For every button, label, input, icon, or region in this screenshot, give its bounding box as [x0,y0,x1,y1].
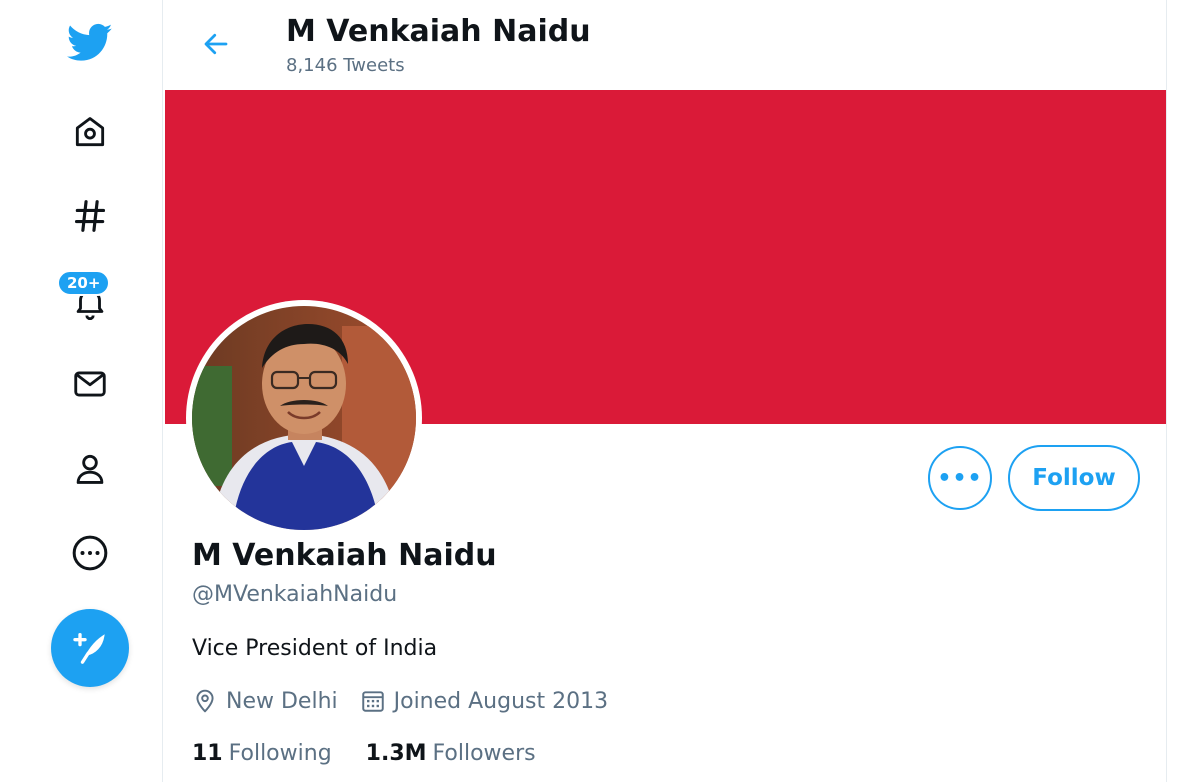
profile-joined-date: Joined August 2013 [393,688,609,714]
following-link[interactable]: 11 Following [192,741,332,766]
tweet-button[interactable] [51,609,129,687]
header-title: M Venkaiah Naidu [286,14,591,49]
profile-handle: @MVenkaiahNaidu [192,582,398,607]
following-label: Following [228,741,332,766]
follow-button[interactable]: Follow [1008,445,1140,511]
location-pin-icon [192,688,218,714]
compose-feather-icon [73,633,105,664]
back-button[interactable] [194,22,238,66]
profile-location: New Delhi [226,688,338,714]
left-nav: 20+ [0,0,163,782]
profile-meta: New Delhi Joined August 2013 [192,686,608,716]
followers-count: 1.3M [365,741,427,766]
avatar-photo [192,306,416,530]
following-count: 11 [192,741,223,766]
notifications-badge: 20+ [57,270,111,296]
explore-hashtag-icon[interactable] [64,190,116,242]
profile-column: M Venkaiah Naidu 8,146 Tweets ••• Follow… [164,0,1167,782]
avatar[interactable] [186,300,422,536]
profile-bio: Vice President of India [192,636,438,661]
back-arrow-icon [204,33,228,55]
profile-person-icon[interactable] [64,443,116,495]
more-options-button[interactable]: ••• [928,446,992,510]
profile-name: M Venkaiah Naidu [192,538,497,573]
followers-label: Followers [432,741,536,766]
home-icon[interactable] [64,106,116,158]
more-circle-icon[interactable] [64,527,116,579]
twitter-bird-icon[interactable] [64,17,116,69]
messages-envelope-icon[interactable] [64,358,116,410]
header-tweet-count: 8,146 Tweets [286,55,405,76]
calendar-icon [360,688,386,714]
profile-stats: 11 Following 1.3M Followers [192,741,536,766]
followers-link[interactable]: 1.3M Followers [366,741,536,766]
